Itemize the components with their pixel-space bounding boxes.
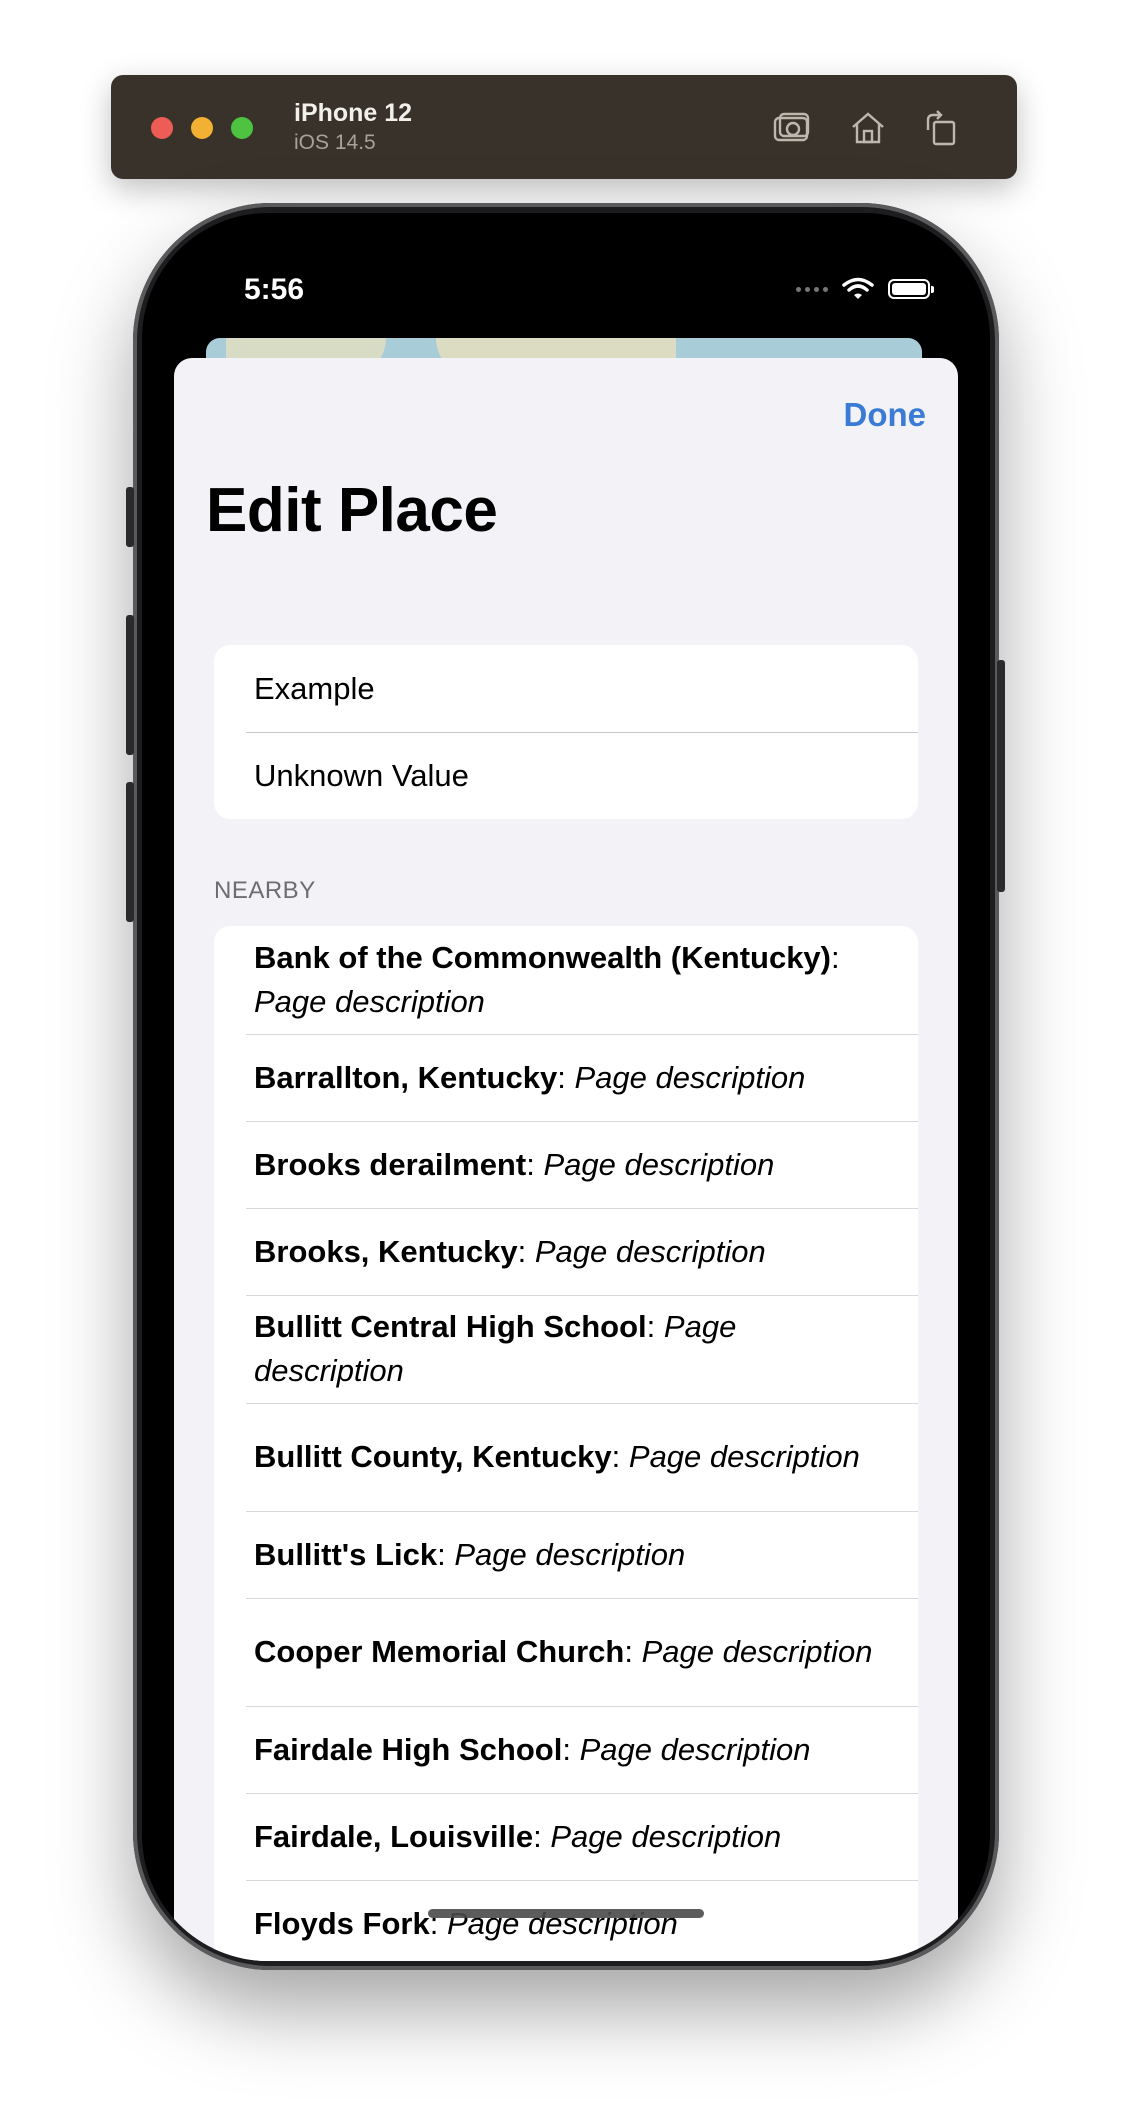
simulator-toolbar: iPhone 12 iOS 14.5: [111, 75, 1017, 179]
nearby-item-description: Page description: [543, 1146, 775, 1182]
simulator-os-version: iOS 14.5: [294, 131, 376, 154]
nearby-list-item[interactable]: Bullitt's Lick: Page description: [214, 1511, 918, 1598]
wifi-icon: [842, 277, 874, 299]
status-time: 5:56: [244, 273, 305, 306]
nearby-item-title: Cooper Memorial Church: [254, 1634, 625, 1669]
nearby-item-description: Page description: [574, 1059, 806, 1095]
nearby-list-item[interactable]: Floyds Fork: Page description: [214, 1880, 918, 1961]
nearby-item-title: Brooks, Kentucky: [254, 1233, 518, 1269]
nearby-item-title: Bullitt County, Kentucky: [254, 1439, 612, 1474]
status-indicators: [796, 277, 934, 301]
nearby-list-item[interactable]: Fairdale, Louisville: Page description: [214, 1793, 918, 1880]
nearby-item-description: Page description: [628, 1439, 860, 1474]
place-name-value: Example: [254, 670, 375, 706]
minimize-window-button[interactable]: [191, 117, 213, 139]
home-icon[interactable]: [846, 106, 890, 150]
nearby-item-title: Brooks derailment: [254, 1146, 527, 1182]
simulator-device-name: iPhone 12: [294, 99, 413, 127]
place-value-field[interactable]: Unknown Value: [214, 732, 918, 819]
nearby-list-item[interactable]: Brooks derailment: Page description: [214, 1121, 918, 1208]
nearby-item-description: Page description: [534, 1233, 766, 1269]
nearby-item-description: Page description: [550, 1818, 782, 1854]
battery-icon: [888, 279, 934, 299]
nearby-list-item[interactable]: Fairdale High School: Page description: [214, 1706, 918, 1793]
nearby-item-title: Floyds Fork: [254, 1905, 430, 1941]
volume-down-button: [126, 782, 134, 922]
device-screen: 5:56 Done Edit Place Example Unknown Val…: [142, 213, 990, 1961]
place-value-text: Unknown Value: [254, 757, 469, 793]
nearby-list-item[interactable]: Bullitt County, Kentucky: Page descripti…: [214, 1403, 918, 1511]
edit-place-sheet: Done Edit Place Example Unknown Value NE…: [174, 358, 958, 1961]
place-fields-group: Example Unknown Value: [214, 645, 918, 819]
screenshot-icon[interactable]: [769, 106, 813, 150]
place-name-field[interactable]: Example: [214, 645, 918, 732]
zoom-window-button[interactable]: [231, 117, 253, 139]
nearby-list-item[interactable]: Brooks, Kentucky: Page description: [214, 1208, 918, 1295]
nearby-section-header: NEARBY: [214, 877, 316, 904]
nearby-item-description: Page description: [641, 1634, 873, 1669]
nearby-list-item[interactable]: Cooper Memorial Church: Page description: [214, 1598, 918, 1706]
nearby-item-title: Barrallton, Kentucky: [254, 1059, 558, 1095]
nearby-item-description: Page description: [579, 1731, 811, 1767]
nearby-item-title: Bullitt Central High School: [254, 1309, 647, 1344]
nearby-item-description: Page description: [454, 1536, 686, 1572]
volume-up-button: [126, 615, 134, 755]
cellular-signal-icon: [796, 286, 828, 292]
rotate-icon[interactable]: [918, 106, 962, 150]
nearby-item-title: Bullitt's Lick: [254, 1536, 438, 1572]
nearby-item-title: Fairdale High School: [254, 1731, 563, 1767]
home-indicator[interactable]: [428, 1909, 704, 1918]
nearby-list-item[interactable]: Bank of the Commonwealth (Kentucky): Pag…: [214, 926, 918, 1034]
nearby-item-description: Page description: [254, 984, 485, 1019]
nearby-list-item[interactable]: Bullitt Central High School: Page descri…: [214, 1295, 918, 1403]
mute-switch: [126, 487, 134, 547]
nearby-item-title: Bank of the Commonwealth (Kentucky): [254, 940, 831, 975]
nearby-list-item[interactable]: Barrallton, Kentucky: Page description: [214, 1034, 918, 1121]
close-window-button[interactable]: [151, 117, 173, 139]
nearby-list: Bank of the Commonwealth (Kentucky): Pag…: [214, 926, 918, 1961]
done-button[interactable]: Done: [844, 396, 927, 434]
page-title: Edit Place: [206, 476, 498, 545]
nearby-item-title: Fairdale, Louisville: [254, 1818, 534, 1854]
power-button: [997, 660, 1005, 892]
